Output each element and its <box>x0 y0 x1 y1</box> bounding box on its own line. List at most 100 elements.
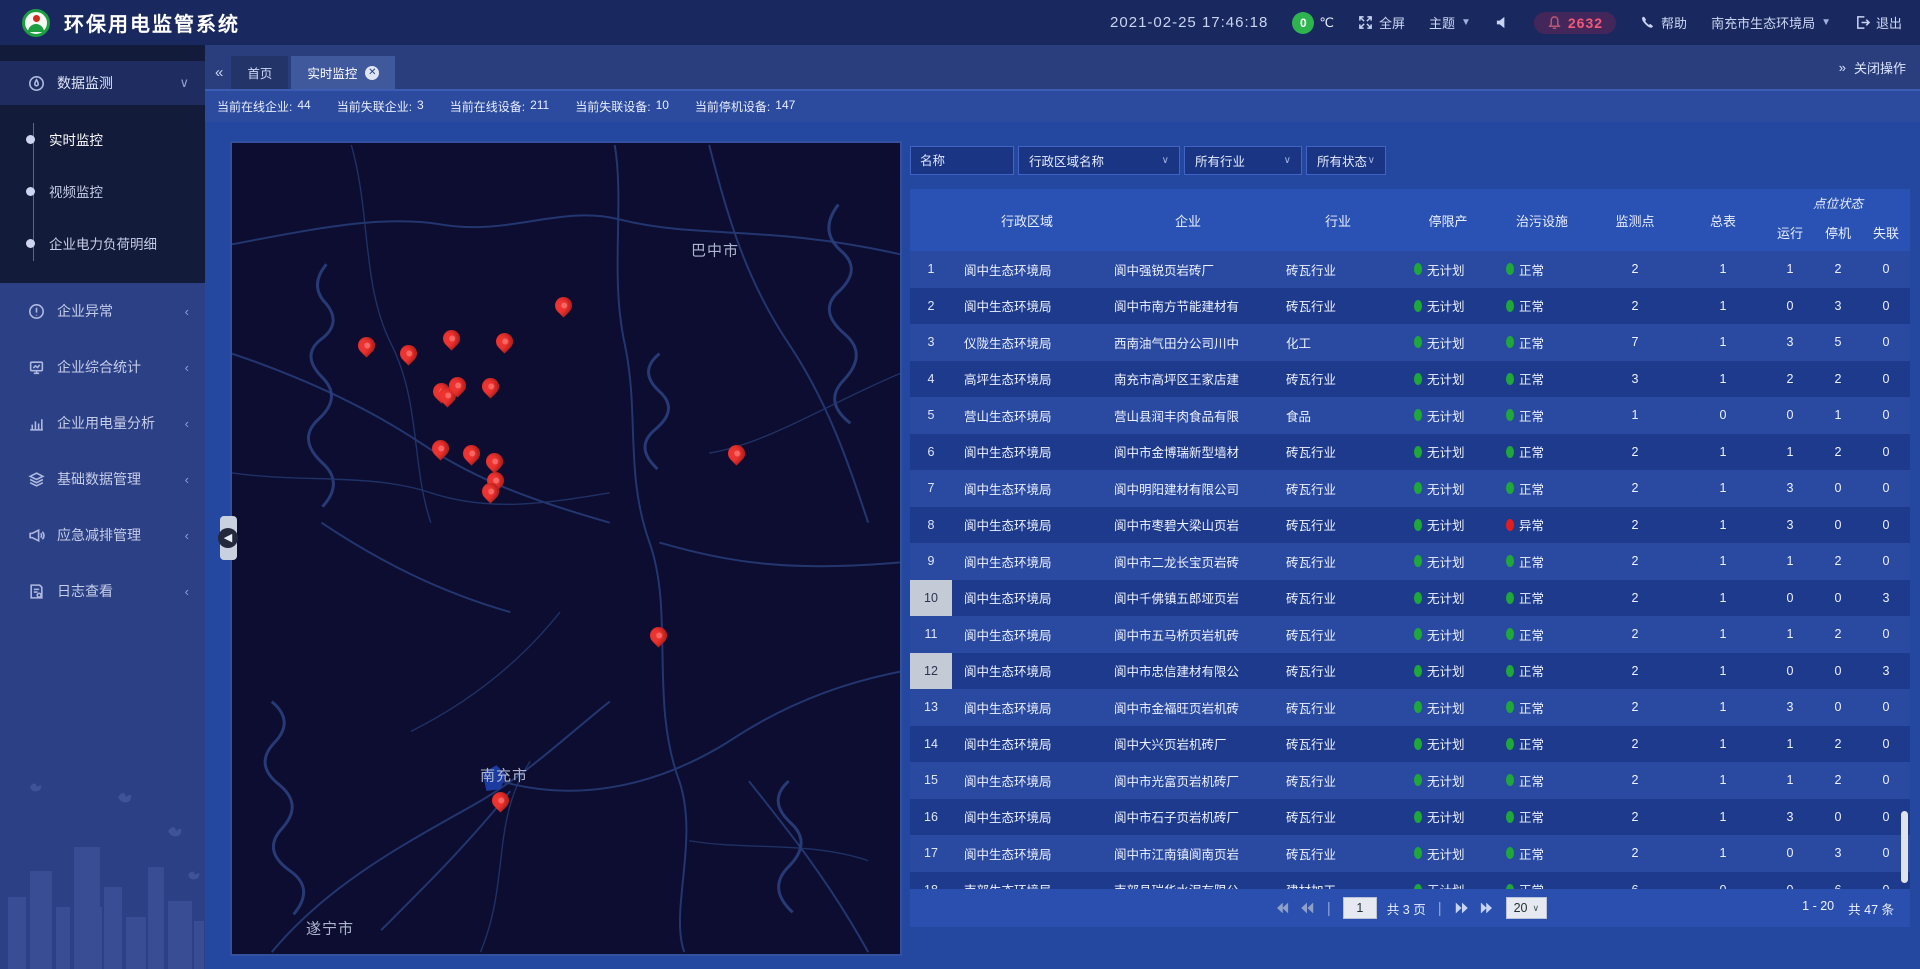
cell-company: 阆中市二龙长宝页岩砖 <box>1102 543 1274 580</box>
cell-facility-status: 正常 <box>1494 616 1590 653</box>
cell-production-status: 无计划 <box>1402 324 1494 361</box>
table-row[interactable]: 16 阆中生态环境局 阆中市石子页岩机砖厂 砖瓦行业 无计划 正常 2 <box>910 799 1910 836</box>
cell-industry: 砖瓦行业 <box>1274 835 1402 872</box>
cell-facility-status: 正常 <box>1494 434 1590 471</box>
table-row[interactable]: 14 阆中生态环境局 阆中大兴页岩机砖厂 砖瓦行业 无计划 正常 2 <box>910 726 1910 763</box>
sidebar-item-power-load-detail[interactable]: 企业电力负荷明细 <box>0 217 205 269</box>
org-dropdown[interactable]: 南充市生态环境局 ▼ <box>1711 13 1831 32</box>
name-search-input[interactable] <box>910 146 1014 175</box>
sidebar-item-realtime-monitoring[interactable]: 实时监控 <box>0 113 205 165</box>
row-index: 6 <box>910 434 952 471</box>
cell-region: 阆中生态环境局 <box>952 507 1102 544</box>
cell-company: 阆中市南方节能建材有 <box>1102 288 1274 325</box>
status-dot-icon <box>1506 701 1514 713</box>
tab-home[interactable]: 首页 <box>231 56 288 89</box>
cell-stopped: 2 <box>1814 543 1862 580</box>
status-dot-icon <box>1414 336 1422 348</box>
speaker-icon[interactable] <box>1495 15 1510 30</box>
page-size-select[interactable]: 20 ∨ <box>1506 897 1548 919</box>
row-index: 12 <box>910 653 952 690</box>
cell-running: 1 <box>1766 251 1814 288</box>
help-button[interactable]: 帮助 <box>1640 13 1687 32</box>
cell-region: 仪陇生态环境局 <box>952 324 1102 361</box>
logout-button[interactable]: 退出 <box>1855 13 1902 32</box>
chevron-down-icon: ∨ <box>1368 155 1375 166</box>
sidebar-item-company-statistics[interactable]: 企业综合统计 ‹ <box>0 339 205 395</box>
production-status-label: 无计划 <box>1427 515 1465 534</box>
table-row[interactable]: 17 阆中生态环境局 阆中市江南镇阆南页岩 砖瓦行业 无计划 正常 2 <box>910 835 1910 872</box>
cell-total-meters: 1 <box>1680 580 1766 617</box>
tab-realtime-monitoring[interactable]: 实时监控 ✕ <box>291 56 395 89</box>
sidebar-item-base-data[interactable]: 基础数据管理 ‹ <box>0 451 205 507</box>
table-row[interactable]: 15 阆中生态环境局 阆中市光富页岩机砖厂 砖瓦行业 无计划 正常 2 <box>910 762 1910 799</box>
cell-production-status: 无计划 <box>1402 434 1494 471</box>
sidebar-item-power-analysis[interactable]: 企业用电量分析 ‹ <box>0 395 205 451</box>
cell-company: 阆中市金博瑞新型墙材 <box>1102 434 1274 471</box>
cell-total-meters: 1 <box>1680 324 1766 361</box>
table-row[interactable]: 11 阆中生态环境局 阆中市五马桥页岩机砖 砖瓦行业 无计划 正常 2 <box>910 616 1910 653</box>
table-row[interactable]: 10 阆中生态环境局 阆中千佛镇五郎垭页岩 砖瓦行业 无计划 正常 2 <box>910 580 1910 617</box>
table-row[interactable]: 1 阆中生态环境局 阆中强锐页岩砖厂 砖瓦行业 无计划 正常 2 <box>910 251 1910 288</box>
table-row[interactable]: 7 阆中生态环境局 阆中明阳建材有限公司 砖瓦行业 无计划 正常 2 <box>910 470 1910 507</box>
tab-close-icon[interactable]: ✕ <box>365 66 379 80</box>
table-row[interactable]: 8 阆中生态环境局 阆中市枣碧大梁山页岩 砖瓦行业 无计划 异常 2 <box>910 507 1910 544</box>
map-collapse-handle[interactable]: ◀ <box>220 516 237 560</box>
table-scrollbar-thumb[interactable] <box>1901 811 1908 883</box>
stat-value: 44 <box>297 98 310 115</box>
sidebar-item-data-monitoring[interactable]: 数据监测 ∨ <box>0 61 205 105</box>
stat-item: 当前在线企业: 44 <box>217 98 311 115</box>
region-select[interactable]: 行政区域名称 ∨ <box>1018 146 1180 175</box>
page-number-input[interactable] <box>1343 897 1377 919</box>
theme-dropdown[interactable]: 主题 ▼ <box>1429 13 1471 32</box>
table-row[interactable]: 2 阆中生态环境局 阆中市南方节能建材有 砖瓦行业 无计划 正常 2 <box>910 288 1910 325</box>
bar-chart-icon <box>28 415 45 432</box>
tabs-scroll-left-icon[interactable]: « <box>211 64 231 89</box>
cell-monitor-points: 2 <box>1590 762 1680 799</box>
status-dot-icon <box>1414 555 1422 567</box>
sidebar-item-emergency-reduction[interactable]: 应急减排管理 ‹ <box>0 507 205 563</box>
table-row[interactable]: 9 阆中生态环境局 阆中市二龙长宝页岩砖 砖瓦行业 无计划 正常 2 <box>910 543 1910 580</box>
cell-facility-status: 正常 <box>1494 288 1590 325</box>
stat-label: 当前在线设备: <box>450 98 525 115</box>
cell-monitor-points: 2 <box>1590 543 1680 580</box>
table-row[interactable]: 6 阆中生态环境局 阆中市金博瑞新型墙材 砖瓦行业 无计划 正常 2 <box>910 434 1910 471</box>
double-arrow-right-icon: » <box>1839 60 1846 75</box>
last-page-icon[interactable] <box>1480 901 1496 915</box>
prev-page-icon[interactable] <box>1299 901 1315 915</box>
sidebar-submenu: 实时监控 视频监控 企业电力负荷明细 <box>0 105 205 283</box>
status-dot-icon <box>1414 811 1422 823</box>
cell-region: 阆中生态环境局 <box>952 762 1102 799</box>
cell-stopped: 0 <box>1814 799 1862 836</box>
production-status-label: 无计划 <box>1427 552 1465 571</box>
cell-total-meters: 1 <box>1680 361 1766 398</box>
sidebar-item-video-monitoring[interactable]: 视频监控 <box>0 165 205 217</box>
table-row[interactable]: 18 南部生态环境局 南部县瑞华水泥有限公 建材加工 无计划 正常 6 <box>910 872 1910 890</box>
fullscreen-button[interactable]: 全屏 <box>1358 13 1405 32</box>
table-row[interactable]: 13 阆中生态环境局 阆中市金福旺页岩机砖 砖瓦行业 无计划 正常 2 <box>910 689 1910 726</box>
cell-region: 阆中生态环境局 <box>952 543 1102 580</box>
first-page-icon[interactable] <box>1273 901 1289 915</box>
table-row[interactable]: 5 营山生态环境局 营山县润丰肉食品有限 食品 无计划 正常 1 <box>910 397 1910 434</box>
sidebar-item-label: 应急减排管理 <box>57 525 173 545</box>
map-panel[interactable]: 巴中市 南充市 遂宁市 <box>230 141 902 956</box>
cell-running: 3 <box>1766 470 1814 507</box>
next-page-icon[interactable] <box>1454 901 1470 915</box>
sidebar-item-log-view[interactable]: 日志查看 ‹ <box>0 563 205 619</box>
notification-badge[interactable]: 2632 <box>1534 12 1616 34</box>
table-row[interactable]: 4 高坪生态环境局 南充市高坪区王家店建 砖瓦行业 无计划 正常 3 <box>910 361 1910 398</box>
table-row[interactable]: 12 阆中生态环境局 阆中市忠信建材有限公 砖瓦行业 无计划 正常 2 <box>910 653 1910 690</box>
table-row[interactable]: 3 仪陇生态环境局 西南油气田分公司川中 化工 无计划 正常 7 <box>910 324 1910 361</box>
stat-value: 10 <box>656 98 669 115</box>
status-dot-icon <box>1414 738 1422 750</box>
row-index: 2 <box>910 288 952 325</box>
stat-label: 当前停机设备: <box>695 98 770 115</box>
fullscreen-label: 全屏 <box>1379 13 1405 32</box>
sidebar-item-company-abnormal[interactable]: 企业异常 ‹ <box>0 283 205 339</box>
status-select[interactable]: 所有状态 ∨ <box>1306 146 1386 175</box>
industry-select[interactable]: 所有行业 ∨ <box>1184 146 1302 175</box>
cell-region: 高坪生态环境局 <box>952 361 1102 398</box>
row-index: 11 <box>910 616 952 653</box>
cell-total-meters: 1 <box>1680 799 1766 836</box>
close-operations-button[interactable]: » 关闭操作 <box>1839 45 1906 89</box>
cell-monitor-points: 3 <box>1590 361 1680 398</box>
